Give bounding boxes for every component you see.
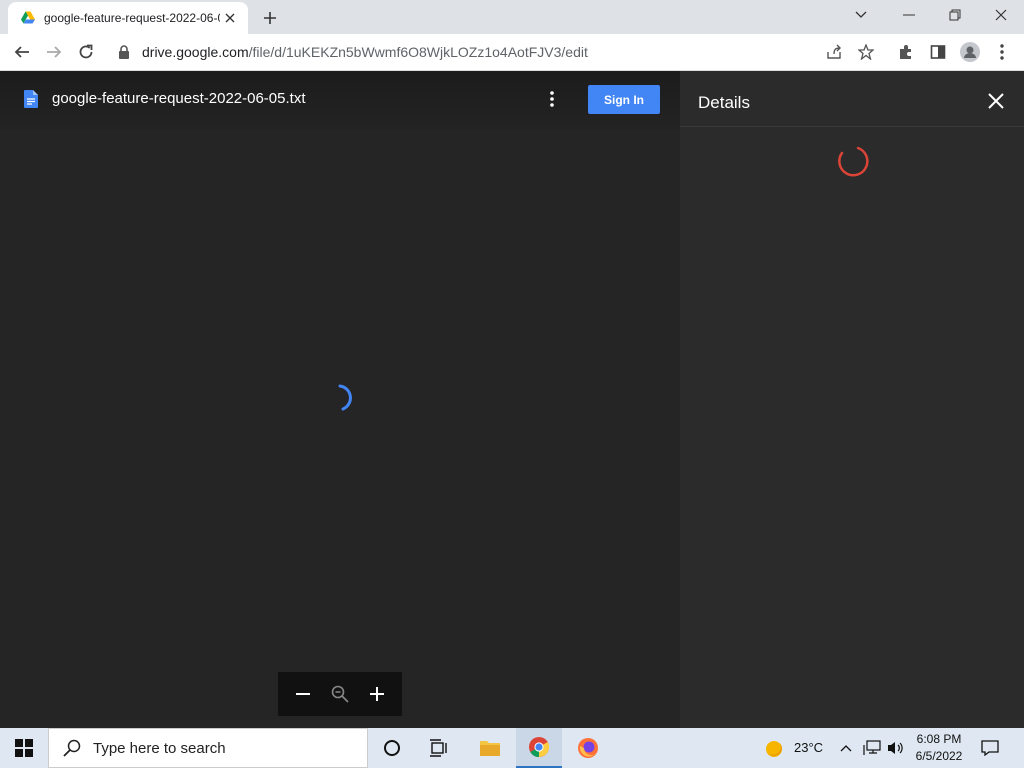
taskbar-clock[interactable]: 6:08 PM 6/5/2022: [910, 731, 968, 765]
details-header: Details: [680, 71, 1024, 127]
new-tab-icon[interactable]: [258, 6, 282, 30]
lock-icon: [119, 45, 129, 59]
browser-menu-icon[interactable]: [988, 38, 1016, 66]
browser-tab[interactable]: google-feature-request-2022-06-05.txt: [8, 2, 248, 34]
details-loading-spinner: [838, 146, 869, 177]
restore-icon[interactable]: [932, 0, 978, 30]
weather-temperature[interactable]: 23°C: [794, 740, 823, 755]
zoom-out-icon[interactable]: [289, 680, 317, 708]
task-view-icon[interactable]: [416, 728, 462, 768]
google-drive-icon: [21, 11, 35, 24]
details-panel: Details: [680, 71, 1024, 728]
tab-close-icon[interactable]: [220, 8, 240, 28]
file-viewer: google-feature-request-2022-06-05.txt Si…: [0, 71, 680, 728]
sign-in-button[interactable]: Sign In: [588, 85, 660, 114]
network-icon[interactable]: [862, 738, 882, 758]
back-arrow-icon[interactable]: [8, 38, 36, 66]
taskbar: Type here to search 23°C 6:08 PM 6/5/202…: [0, 728, 1024, 768]
window-close-icon[interactable]: [978, 0, 1024, 30]
viewer-header: google-feature-request-2022-06-05.txt Si…: [0, 71, 680, 129]
url-text: drive.google.com/file/d/1uKEKZn5bWwmf6O8…: [142, 44, 588, 60]
more-options-icon[interactable]: [540, 87, 564, 111]
cortana-icon[interactable]: [369, 728, 415, 768]
side-panel-icon[interactable]: [924, 38, 952, 66]
volume-icon[interactable]: [886, 738, 906, 758]
clock-time: 6:08 PM: [916, 732, 962, 746]
search-icon: [63, 739, 81, 757]
clock-date: 6/5/2022: [915, 749, 963, 763]
tab-title: google-feature-request-2022-06-05.txt: [44, 11, 220, 25]
weather-sun-icon[interactable]: [764, 739, 784, 759]
file-name: google-feature-request-2022-06-05.txt: [52, 90, 306, 107]
tab-strip: google-feature-request-2022-06-05.txt: [0, 0, 1024, 34]
zoom-in-icon[interactable]: [363, 680, 391, 708]
file-explorer-icon[interactable]: [467, 728, 513, 768]
details-title: Details: [698, 93, 750, 112]
loading-spinner: [338, 384, 352, 411]
windows-start-icon[interactable]: [0, 728, 48, 768]
address-bar[interactable]: drive.google.com/file/d/1uKEKZn5bWwmf6O8…: [108, 37, 888, 67]
firefox-taskbar-icon[interactable]: [565, 728, 611, 768]
show-hidden-icons-chevron-icon[interactable]: [836, 738, 856, 758]
extensions-puzzle-icon[interactable]: [892, 38, 920, 66]
zoom-magnifier-icon[interactable]: [326, 680, 354, 708]
minimize-icon[interactable]: [886, 0, 932, 30]
browser-toolbar: drive.google.com/file/d/1uKEKZn5bWwmf6O8…: [0, 34, 1024, 71]
bookmark-star-icon[interactable]: [852, 38, 880, 66]
search-placeholder: Type here to search: [93, 739, 226, 757]
reload-icon[interactable]: [72, 38, 100, 66]
profile-avatar-icon[interactable]: [956, 38, 984, 66]
chrome-taskbar-icon[interactable]: [516, 728, 562, 768]
forward-arrow-icon[interactable]: [40, 38, 68, 66]
close-details-icon[interactable]: [982, 87, 1010, 115]
tab-search-chevron-icon[interactable]: [838, 0, 884, 30]
share-icon[interactable]: [820, 38, 848, 66]
zoom-toolbar: [278, 672, 402, 716]
notifications-icon[interactable]: [978, 736, 1002, 760]
google-docs-file-icon: [24, 90, 38, 108]
taskbar-search-box[interactable]: Type here to search: [48, 728, 368, 768]
